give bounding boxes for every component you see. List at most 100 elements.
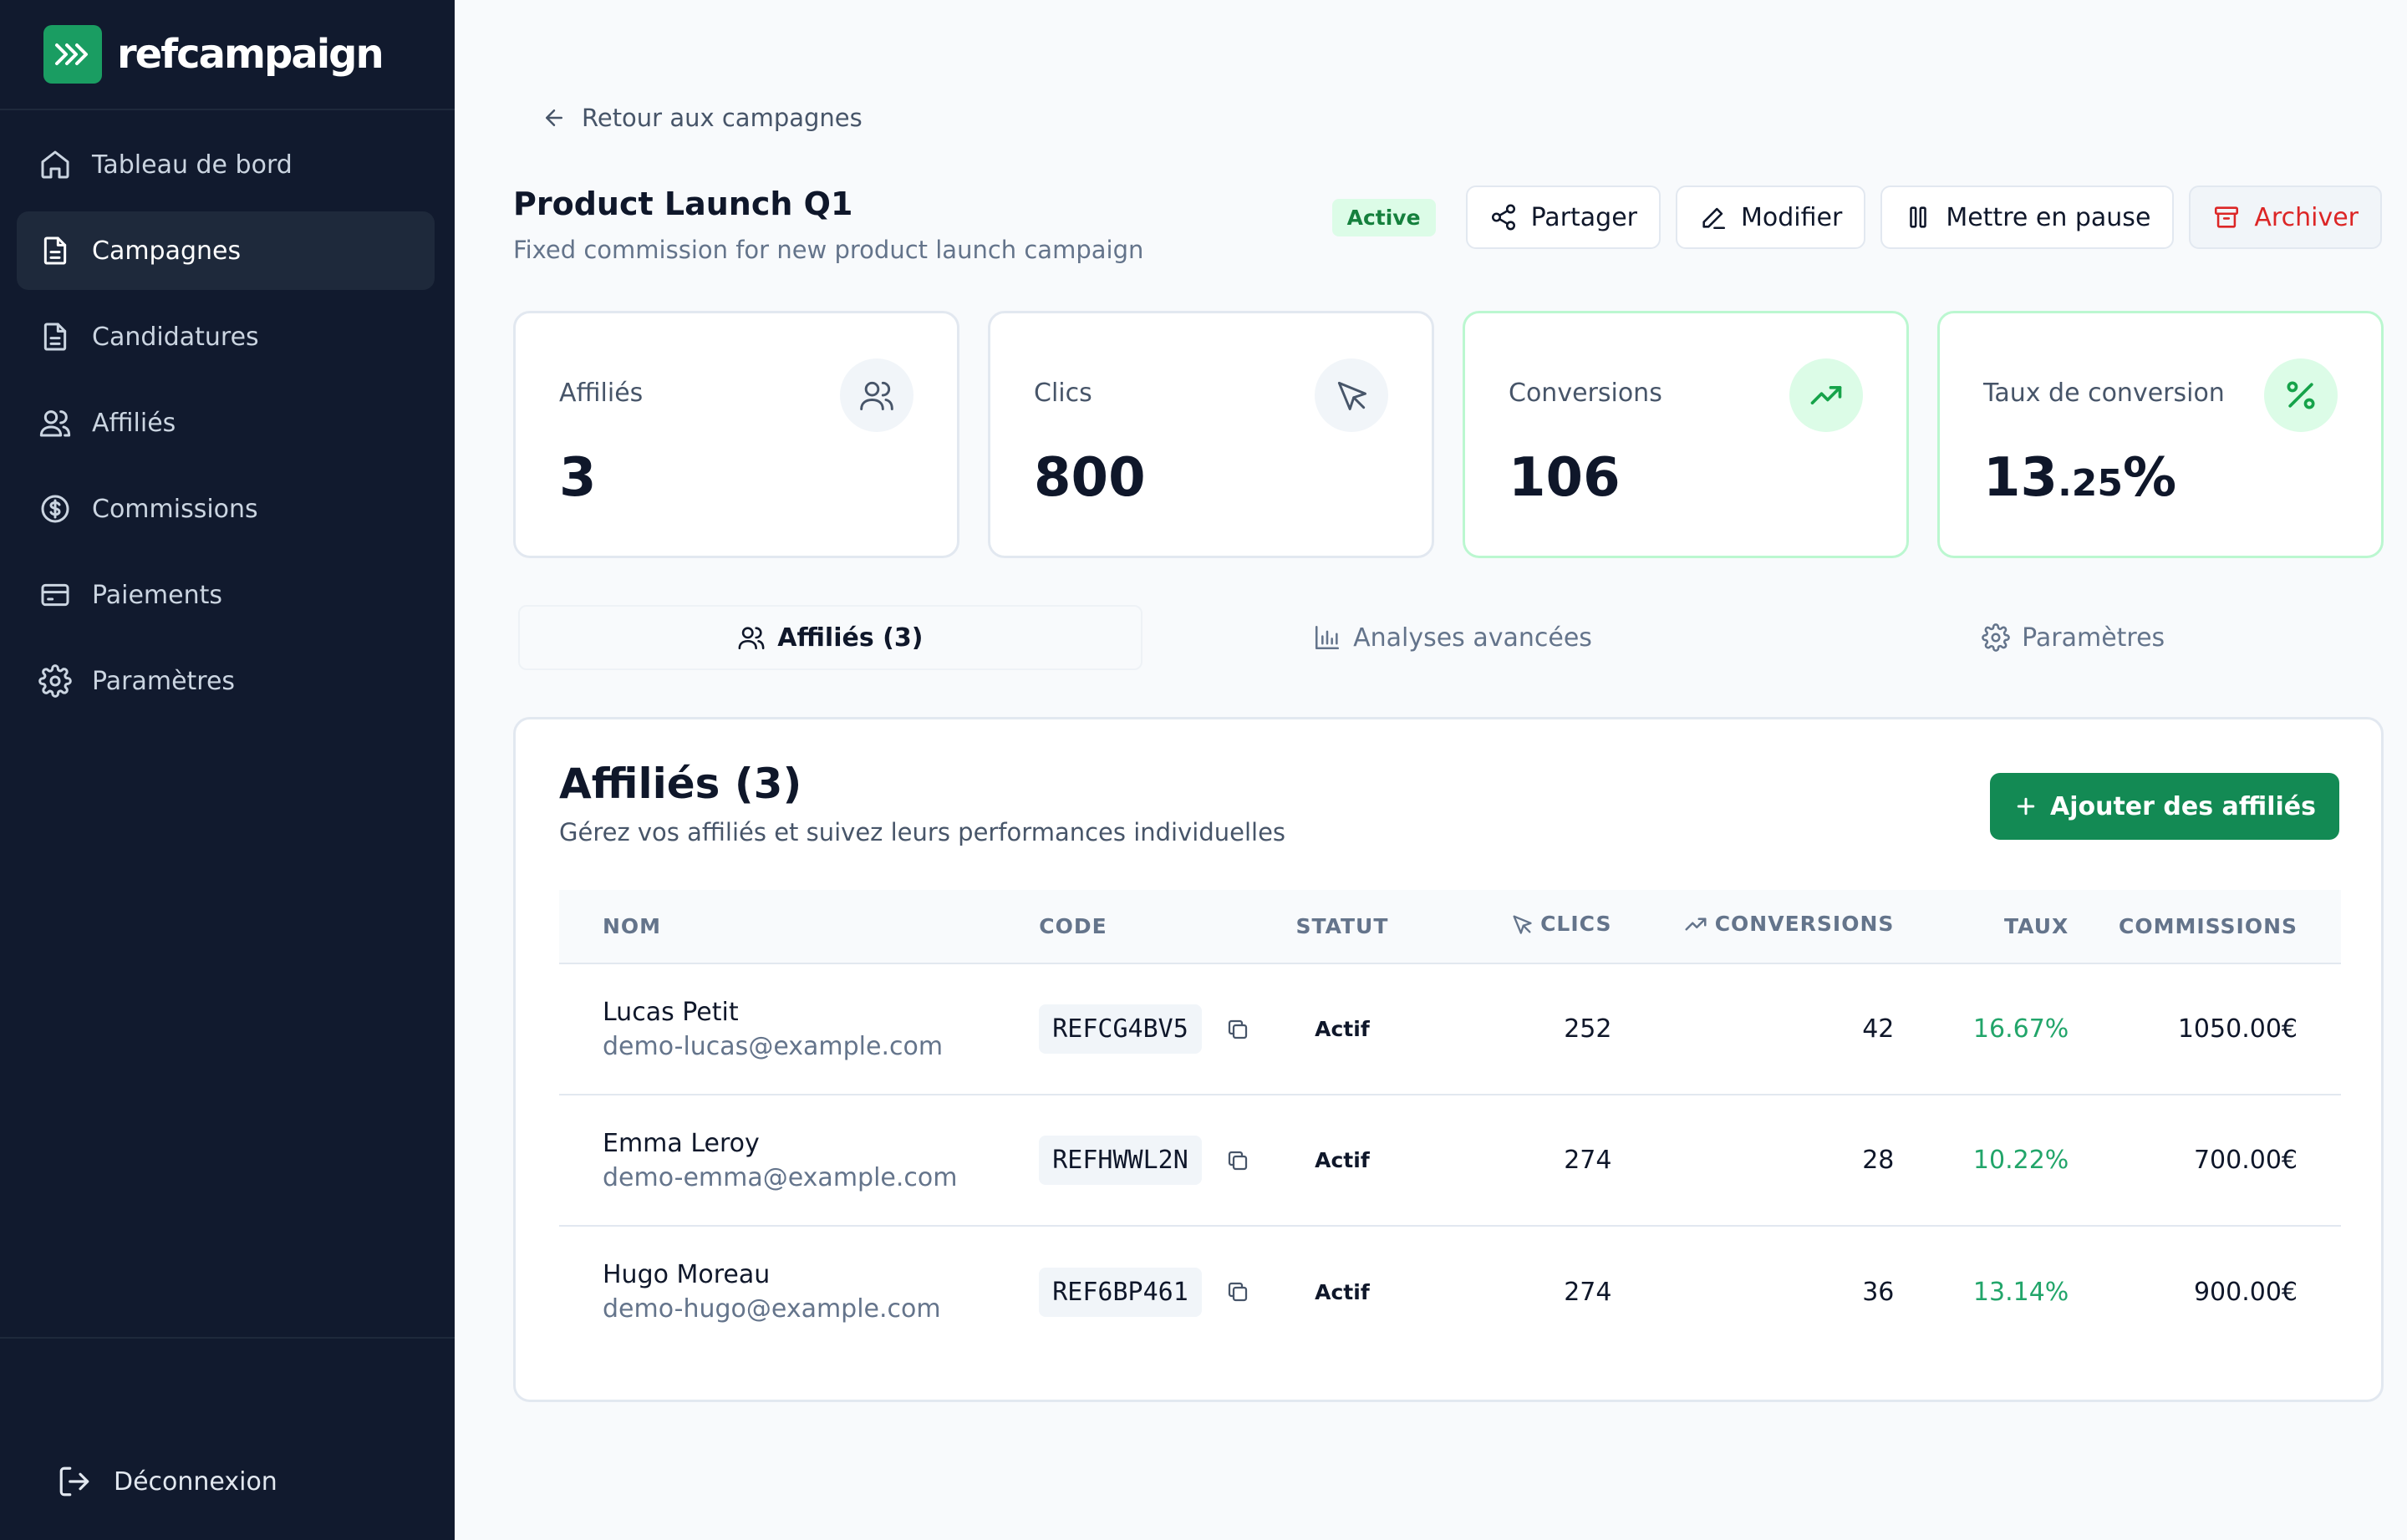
sidebar-item-dashboard[interactable]: Tableau de bord bbox=[17, 125, 435, 204]
cursor-icon bbox=[1510, 912, 1534, 936]
bar-chart-icon bbox=[1313, 623, 1341, 652]
sidebar-item-commissions[interactable]: Commissions bbox=[17, 470, 435, 548]
sidebar-item-label: Affiliés bbox=[92, 408, 176, 438]
stat-value: 800 bbox=[1034, 447, 1146, 509]
clicks-value: 274 bbox=[1564, 1277, 1612, 1307]
sidebar-item-label: Paiements bbox=[92, 580, 223, 610]
affiliate-name: Emma Leroy bbox=[603, 1128, 760, 1158]
sidebar-item-settings[interactable]: Paramètres bbox=[17, 642, 435, 720]
stat-value: 3 bbox=[559, 447, 597, 509]
table-row[interactable]: Emma Leroy demo-emma@example.com REFHWWL2… bbox=[559, 1095, 2341, 1226]
logout-button[interactable]: Déconnexion bbox=[57, 1464, 277, 1499]
stat-label: Taux de conversion bbox=[1983, 379, 2225, 408]
status-badge: Actif bbox=[1315, 1017, 1370, 1041]
column-header-status[interactable]: STATUT bbox=[1278, 890, 1407, 963]
affiliate-name: Lucas Petit bbox=[603, 997, 739, 1027]
archive-button[interactable]: Archiver bbox=[2189, 186, 2382, 249]
column-header-code[interactable]: CODE bbox=[995, 890, 1278, 963]
sidebar-footer: Déconnexion bbox=[0, 1337, 455, 1540]
referral-code: REFHWWL2N bbox=[1039, 1136, 1202, 1185]
stat-value-decimal: .25 bbox=[2058, 462, 2124, 505]
logout-label: Déconnexion bbox=[114, 1466, 277, 1497]
pause-label: Mettre en pause bbox=[1946, 202, 2151, 232]
sidebar-item-payments[interactable]: Paiements bbox=[17, 556, 435, 634]
affiliates-panel: Affiliés (3) Gérez vos affiliés et suive… bbox=[513, 717, 2384, 1402]
referral-code: REFCG4BV5 bbox=[1039, 1004, 1202, 1054]
commission-value: 900.00€ bbox=[2193, 1277, 2298, 1307]
tab-label: Affiliés (3) bbox=[777, 623, 924, 653]
back-to-campaigns-link[interactable]: Retour aux campagnes bbox=[542, 104, 863, 132]
brand[interactable]: refcampaign bbox=[0, 0, 455, 110]
page-subtitle: Fixed commission for new product launch … bbox=[513, 236, 1144, 264]
commission-value: 1050.00€ bbox=[2177, 1014, 2298, 1044]
add-affiliates-button[interactable]: Ajouter des affiliés bbox=[1990, 773, 2339, 840]
table-row[interactable]: Lucas Petit demo-lucas@example.com REFCG4… bbox=[559, 963, 2341, 1095]
copy-icon[interactable] bbox=[1225, 1279, 1250, 1304]
column-header-name[interactable]: NOM bbox=[559, 890, 995, 963]
dollar-icon bbox=[37, 490, 74, 527]
clicks-header-label: CLICS bbox=[1540, 912, 1612, 937]
panel-title: Affiliés (3) bbox=[559, 760, 802, 808]
panel-subtitle: Gérez vos affiliés et suivez leurs perfo… bbox=[559, 818, 1286, 846]
campaign-actions: Active Partager Modifier Mettre en pause… bbox=[1331, 186, 2382, 249]
share-button[interactable]: Partager bbox=[1465, 186, 1661, 249]
clicks-value: 252 bbox=[1564, 1014, 1612, 1044]
cursor-icon bbox=[1315, 358, 1388, 432]
stat-value-main: 13 bbox=[1983, 447, 2058, 509]
edit-label: Modifier bbox=[1741, 202, 1843, 232]
pause-button[interactable]: Mettre en pause bbox=[1880, 186, 2175, 249]
commission-value: 700.00€ bbox=[2193, 1146, 2298, 1175]
sidebar-item-campaigns[interactable]: Campagnes bbox=[17, 211, 435, 290]
sidebar-item-applications[interactable]: Candidatures bbox=[17, 297, 435, 376]
tab-settings[interactable]: Paramètres bbox=[1763, 605, 2384, 670]
trending-up-icon bbox=[1683, 912, 1708, 937]
affiliates-table: NOM CODE STATUT CLICS CONVERSIONS TAUX C… bbox=[559, 890, 2341, 1357]
stat-value-suffix: % bbox=[2123, 447, 2177, 509]
stat-label: Conversions bbox=[1509, 379, 1662, 408]
archive-icon bbox=[2212, 203, 2241, 231]
sidebar-item-label: Paramètres bbox=[92, 666, 236, 696]
edit-button[interactable]: Modifier bbox=[1676, 186, 1866, 249]
tab-analytics[interactable]: Analyses avancées bbox=[1142, 605, 1763, 670]
sidebar-nav: Tableau de bord Campagnes Candidatures A… bbox=[0, 110, 455, 720]
rate-value: 10.22% bbox=[1972, 1146, 2069, 1175]
gear-icon bbox=[1982, 623, 2010, 652]
credit-card-icon bbox=[37, 577, 74, 613]
affiliate-email: demo-emma@example.com bbox=[603, 1162, 958, 1192]
arrow-left-icon bbox=[542, 105, 567, 130]
table-header-row: NOM CODE STATUT CLICS CONVERSIONS TAUX C… bbox=[559, 890, 2341, 963]
main-content: Retour aux campagnes Product Launch Q1 F… bbox=[455, 0, 2407, 1540]
affiliate-email: demo-hugo@example.com bbox=[603, 1294, 941, 1324]
sidebar-item-affiliates[interactable]: Affiliés bbox=[17, 384, 435, 462]
tab-label: Analyses avancées bbox=[1353, 623, 1592, 653]
stat-card-affiliates: Affiliés 3 bbox=[513, 311, 959, 558]
stat-value: 13.25% bbox=[1983, 447, 2176, 509]
conversions-value: 42 bbox=[1862, 1014, 1895, 1044]
percent-icon bbox=[2264, 358, 2338, 432]
column-header-commissions[interactable]: COMMISSIONS bbox=[2069, 890, 2341, 963]
affiliate-name: Hugo Moreau bbox=[603, 1260, 771, 1289]
copy-icon[interactable] bbox=[1225, 1148, 1250, 1173]
status-badge: Actif bbox=[1315, 1148, 1370, 1172]
archive-label: Archiver bbox=[2254, 202, 2359, 232]
users-icon bbox=[737, 623, 766, 652]
page-title: Product Launch Q1 bbox=[513, 186, 853, 222]
share-label: Partager bbox=[1530, 202, 1638, 232]
tab-label: Paramètres bbox=[2022, 623, 2165, 653]
stat-value: 106 bbox=[1509, 447, 1621, 509]
home-icon bbox=[37, 146, 74, 183]
logout-icon bbox=[57, 1464, 92, 1499]
gear-icon bbox=[37, 663, 74, 699]
column-header-conversions[interactable]: CONVERSIONS bbox=[1611, 890, 1894, 963]
stat-label: Affiliés bbox=[559, 379, 644, 408]
column-header-clicks[interactable]: CLICS bbox=[1407, 890, 1612, 963]
stats-row: Affiliés 3 Clics 800 Conversions 106 Tau… bbox=[513, 311, 2384, 558]
trending-up-icon bbox=[1789, 358, 1863, 432]
column-header-rate[interactable]: TAUX bbox=[1894, 890, 2069, 963]
status-badge: Actif bbox=[1315, 1279, 1370, 1304]
copy-icon[interactable] bbox=[1225, 1017, 1250, 1042]
conversions-header-label: CONVERSIONS bbox=[1714, 912, 1895, 936]
brand-name: refcampaign bbox=[117, 31, 384, 78]
tab-affiliates[interactable]: Affiliés (3) bbox=[518, 605, 1142, 670]
table-row[interactable]: Hugo Moreau demo-hugo@example.com REF6BP4… bbox=[559, 1226, 2341, 1357]
